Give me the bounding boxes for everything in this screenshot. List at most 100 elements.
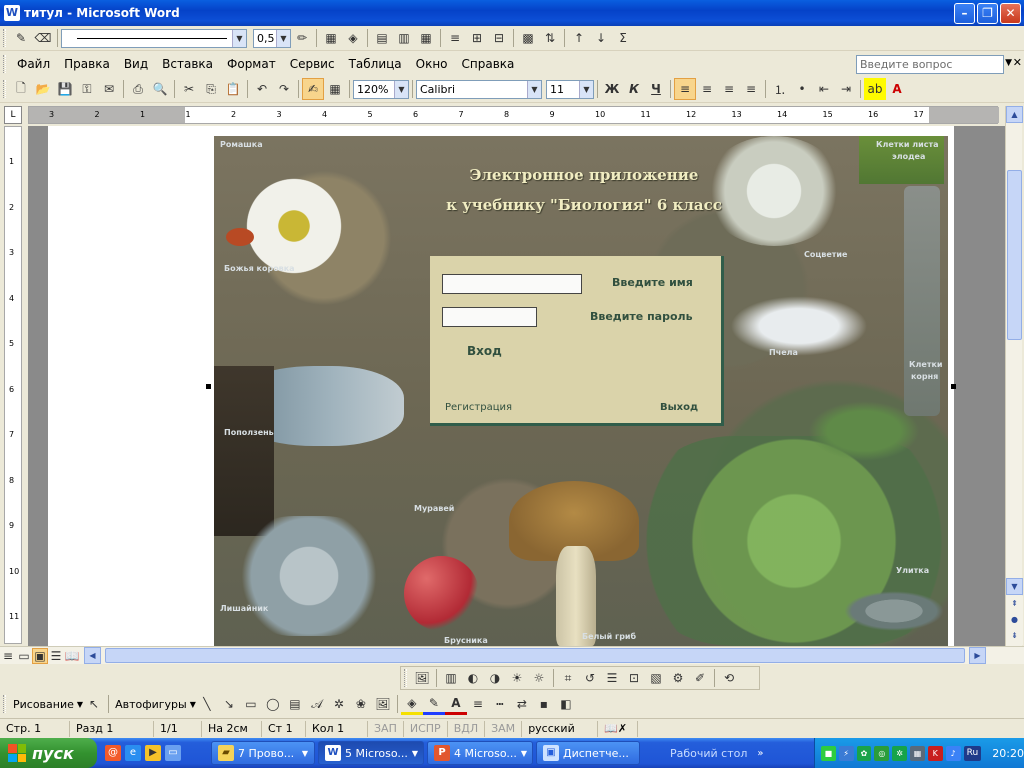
undo-icon[interactable]: ↶: [251, 78, 273, 100]
password-input[interactable]: [442, 307, 537, 327]
menu-grip[interactable]: [3, 55, 6, 73]
numbering-icon[interactable]: ⒈: [769, 78, 791, 100]
taskbar-button-word[interactable]: W 5 Microso... ▼: [318, 741, 424, 765]
taskbar-button-explorer[interactable]: ▰ 7 Прово... ▼: [211, 741, 315, 765]
tray-speaker-icon[interactable]: ♪: [945, 745, 961, 761]
menu-edit[interactable]: Правка: [57, 57, 117, 71]
taskbar-button-powerpoint[interactable]: P 4 Microso... ▼: [427, 741, 533, 765]
web-view-icon[interactable]: ▭: [16, 648, 32, 664]
show-desktop-icon[interactable]: ▭: [165, 745, 181, 761]
print-preview-icon[interactable]: 🔍: [149, 78, 171, 100]
insert-picture-icon[interactable]: 🖼: [411, 667, 433, 689]
format-picture-icon[interactable]: ⚙: [667, 667, 689, 689]
open-folder-icon[interactable]: 📂: [32, 78, 54, 100]
shadow-style-icon[interactable]: ▪: [533, 693, 555, 715]
scroll-thumb[interactable]: [1007, 170, 1022, 340]
toolbar-grip[interactable]: [3, 695, 6, 713]
prev-page-icon[interactable]: ⇞: [1006, 596, 1023, 613]
start-button[interactable]: пуск: [0, 738, 97, 768]
line-weight-icon[interactable]: ≡: [467, 693, 489, 715]
menu-view[interactable]: Вид: [117, 57, 155, 71]
cut-icon[interactable]: ✂: [178, 78, 200, 100]
font-color-icon[interactable]: A: [886, 78, 908, 100]
horizontal-ruler[interactable]: 3 2 1 1 2 3 4 5 6 7 8 9 10 11 12 13 14 15 16 17: [28, 106, 999, 124]
eraser-icon[interactable]: ⌫: [32, 27, 54, 49]
tab-selector[interactable]: L: [4, 106, 22, 124]
email-icon[interactable]: ✉: [98, 78, 120, 100]
reading-view-icon[interactable]: 📖: [64, 648, 80, 664]
menu-window[interactable]: Окно: [409, 57, 455, 71]
save-icon[interactable]: 💾: [54, 78, 76, 100]
italic-button[interactable]: К: [623, 78, 645, 100]
spelling-status-icon[interactable]: 📖✗: [598, 720, 639, 737]
diagram-icon[interactable]: ✲: [328, 693, 350, 715]
menu-help[interactable]: Справка: [455, 57, 522, 71]
toolbar-grip[interactable]: [3, 80, 6, 98]
font-color-icon[interactable]: A: [444, 693, 467, 715]
split-cells-icon[interactable]: ▦: [415, 27, 437, 49]
menu-file[interactable]: Файл: [10, 57, 57, 71]
align-right-icon[interactable]: ≡: [718, 78, 740, 100]
tray-circle-icon[interactable]: ◎: [874, 745, 890, 761]
tables-icon[interactable]: ▦: [324, 78, 346, 100]
3d-style-icon[interactable]: ◧: [555, 693, 577, 715]
distribute-rows-icon[interactable]: ⊞: [466, 27, 488, 49]
vertical-scrollbar[interactable]: ▲ ▼ ⇞ ● ⇟: [1005, 106, 1023, 646]
clipart-icon[interactable]: ❀: [350, 693, 372, 715]
toolbar-grip[interactable]: [404, 669, 407, 687]
print-icon[interactable]: ⎙: [127, 78, 149, 100]
paste-icon[interactable]: 📋: [222, 78, 244, 100]
align-left-icon[interactable]: ≡: [674, 78, 696, 100]
line-icon[interactable]: ╲: [196, 693, 218, 715]
tray-green-icon[interactable]: ■: [821, 745, 836, 761]
browse-object-icon[interactable]: ●: [1006, 612, 1023, 629]
vertical-ruler[interactable]: 1 2 3 4 5 6 7 8 9 10 11: [4, 126, 22, 644]
autosum-icon[interactable]: Σ: [612, 27, 634, 49]
ask-question-input[interactable]: Введите вопрос: [856, 55, 1004, 74]
underline-button[interactable]: Ч: [645, 78, 667, 100]
toolbar-expand-icon[interactable]: »: [757, 748, 763, 759]
borders-icon[interactable]: ▦: [320, 27, 342, 49]
reset-picture-icon[interactable]: ⟲: [718, 667, 740, 689]
less-contrast-icon[interactable]: ◑: [484, 667, 506, 689]
drawing-menu[interactable]: Рисование: [10, 698, 77, 711]
font-name-select[interactable]: Calibri ▼: [416, 79, 542, 99]
close-document-icon[interactable]: ✕: [1013, 56, 1022, 69]
line-weight-select[interactable]: 0,5 ▼: [253, 28, 291, 48]
exit-link[interactable]: Выход: [660, 402, 698, 413]
tray-icq-icon[interactable]: ✿: [856, 745, 872, 761]
scroll-right-button[interactable]: ▶: [969, 647, 986, 664]
line-style-select[interactable]: ▼: [61, 28, 247, 48]
picture-icon[interactable]: 🖼: [372, 693, 394, 715]
line-style-icon[interactable]: ☰: [601, 667, 623, 689]
tray-antivirus-icon[interactable]: K: [927, 745, 943, 761]
menu-insert[interactable]: Вставка: [155, 57, 220, 71]
scroll-up-button[interactable]: ▲: [1006, 106, 1023, 123]
less-brightness-icon[interactable]: ☼: [528, 667, 550, 689]
bullets-icon[interactable]: •: [791, 78, 813, 100]
copy-icon[interactable]: ⎘: [200, 78, 222, 100]
language-indicator[interactable]: Ru: [963, 745, 982, 761]
rotate-icon[interactable]: ↺: [579, 667, 601, 689]
scroll-down-button[interactable]: ▼: [1006, 578, 1023, 595]
rectangle-icon[interactable]: ▭: [240, 693, 262, 715]
table-autoformat-icon[interactable]: ▩: [517, 27, 539, 49]
wordart-icon[interactable]: 𝒜: [306, 693, 328, 715]
justify-icon[interactable]: ≡: [740, 78, 762, 100]
set-transparent-icon[interactable]: ✐: [689, 667, 711, 689]
arrow-icon[interactable]: ↘: [218, 693, 240, 715]
drawing-icon[interactable]: ✍: [302, 78, 324, 100]
insert-table-icon[interactable]: ▤: [371, 27, 393, 49]
merge-cells-icon[interactable]: ▥: [393, 27, 415, 49]
distribute-columns-icon[interactable]: ⊟: [488, 27, 510, 49]
text-direction-icon[interactable]: ⇅: [539, 27, 561, 49]
permission-icon[interactable]: ⚿: [76, 78, 98, 100]
menu-format[interactable]: Формат: [220, 57, 283, 71]
status-ext[interactable]: ВДЛ: [448, 720, 486, 737]
restore-button[interactable]: ❐: [977, 3, 998, 24]
sort-ascending-icon[interactable]: ↑: [568, 27, 590, 49]
compress-icon[interactable]: ⊡: [623, 667, 645, 689]
menu-tools[interactable]: Сервис: [283, 57, 342, 71]
close-button[interactable]: ✕: [1000, 3, 1021, 24]
status-ovr[interactable]: ЗАМ: [485, 720, 523, 737]
